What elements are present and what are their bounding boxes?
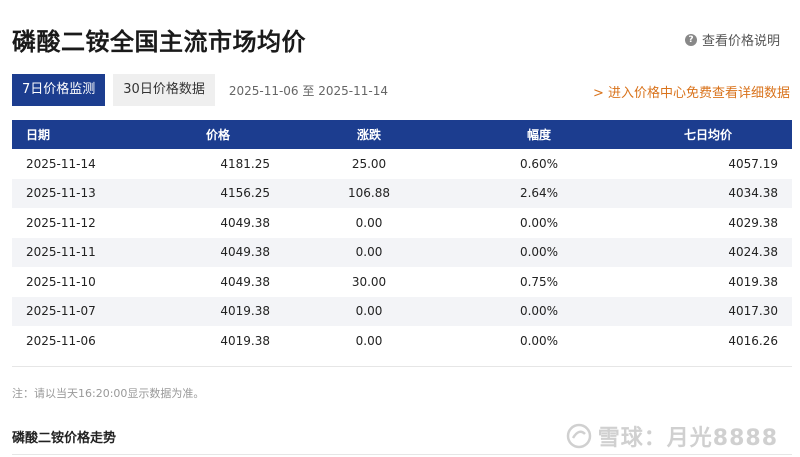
page-title: 磷酸二铵全国主流市场均价	[12, 28, 306, 56]
header-price: 价格	[152, 120, 284, 149]
date-range-sep: 至	[302, 83, 315, 98]
cell-7day-avg: 4016.26	[624, 326, 792, 356]
table-row: 2025-11-11 4049.38 0.00 0.00% 4024.38	[12, 237, 792, 267]
cell-price: 4049.38	[152, 237, 284, 267]
cell-price: 4181.25	[152, 149, 284, 179]
table-row: 2025-11-10 4049.38 30.00 0.75% 4019.38	[12, 267, 792, 297]
cell-percent: 0.75%	[454, 267, 624, 297]
cell-percent: 0.60%	[454, 149, 624, 179]
trend-section-title: 磷酸二铵价格走势	[12, 431, 117, 446]
tab-7-day[interactable]: 7日价格监测	[12, 74, 106, 106]
table-row: 2025-11-07 4019.38 0.00 0.00% 4017.30	[12, 296, 792, 326]
question-icon: ?	[684, 33, 697, 46]
cell-date: 2025-11-07	[12, 296, 152, 326]
cell-date: 2025-11-13	[12, 178, 152, 208]
table-row: 2025-11-14 4181.25 25.00 0.60% 4057.19	[12, 149, 792, 179]
cell-percent: 0.00%	[454, 237, 624, 267]
table-header-row: 日期 价格 涨跌 幅度 七日均价	[12, 120, 792, 149]
tab-bar: 7日价格监测 30日价格数据 2025-11-06 至 2025-11-14	[12, 74, 388, 106]
price-table: 日期 价格 涨跌 幅度 七日均价 2025-11-14 4181.25 25.00 0…	[12, 120, 792, 356]
divider	[12, 454, 792, 455]
cell-percent: 0.00%	[454, 296, 624, 326]
cell-change: 30.00	[284, 267, 454, 297]
table-row: 2025-11-13 4156.25 106.88 2.64% 4034.38	[12, 178, 792, 208]
cell-7day-avg: 4017.30	[624, 296, 792, 326]
cell-date: 2025-11-14	[12, 149, 152, 179]
cell-date: 2025-11-06	[12, 326, 152, 356]
cell-price: 4019.38	[152, 326, 284, 356]
cell-percent: 2.64%	[454, 178, 624, 208]
header-date: 日期	[12, 120, 152, 149]
watermark: 雪球：月光8888	[566, 420, 778, 452]
cell-change: 0.00	[284, 208, 454, 238]
cell-date: 2025-11-11	[12, 237, 152, 267]
table-row: 2025-11-06 4019.38 0.00 0.00% 4016.26	[12, 326, 792, 356]
cell-percent: 0.00%	[454, 326, 624, 356]
table-row: 2025-11-12 4049.38 0.00 0.00% 4029.38	[12, 208, 792, 238]
cell-price: 4156.25	[152, 178, 284, 208]
cell-change: 0.00	[284, 237, 454, 267]
cell-date: 2025-11-10	[12, 267, 152, 297]
cell-percent: 0.00%	[454, 208, 624, 238]
watermark-text: 雪球：月光8888	[597, 426, 778, 451]
cell-change: 0.00	[284, 326, 454, 356]
tab-30-day[interactable]: 30日价格数据	[113, 74, 215, 106]
cell-7day-avg: 4034.38	[624, 178, 792, 208]
price-help-link[interactable]: ? 查看价格说明	[684, 30, 780, 49]
date-range-end: 2025-11-14	[318, 83, 388, 98]
date-range-start: 2025-11-06	[228, 83, 299, 98]
cell-7day-avg: 4029.38	[624, 208, 792, 238]
header-percent: 幅度	[454, 120, 624, 149]
cell-change: 106.88	[284, 178, 454, 208]
date-range: 2025-11-06 至 2025-11-14	[229, 82, 388, 99]
cell-7day-avg: 4024.38	[624, 237, 792, 267]
cell-7day-avg: 4019.38	[624, 267, 792, 297]
cell-date: 2025-11-12	[12, 208, 152, 238]
cell-price: 4049.38	[152, 267, 284, 297]
cell-change: 0.00	[284, 296, 454, 326]
price-center-link[interactable]: > 进入价格中心免费查看详细数据	[593, 82, 790, 101]
cell-price: 4019.38	[152, 296, 284, 326]
data-note: 注：请以当天16:20:00显示数据为准。	[12, 387, 205, 400]
cell-change: 25.00	[284, 149, 454, 179]
cell-7day-avg: 4057.19	[624, 149, 792, 179]
header-change: 涨跌	[284, 120, 454, 149]
help-label: 查看价格说明	[701, 34, 780, 49]
cell-price: 4049.38	[152, 208, 284, 238]
divider	[12, 366, 792, 367]
snowball-logo-icon	[566, 423, 592, 449]
header-7day-avg: 七日均价	[624, 120, 792, 149]
